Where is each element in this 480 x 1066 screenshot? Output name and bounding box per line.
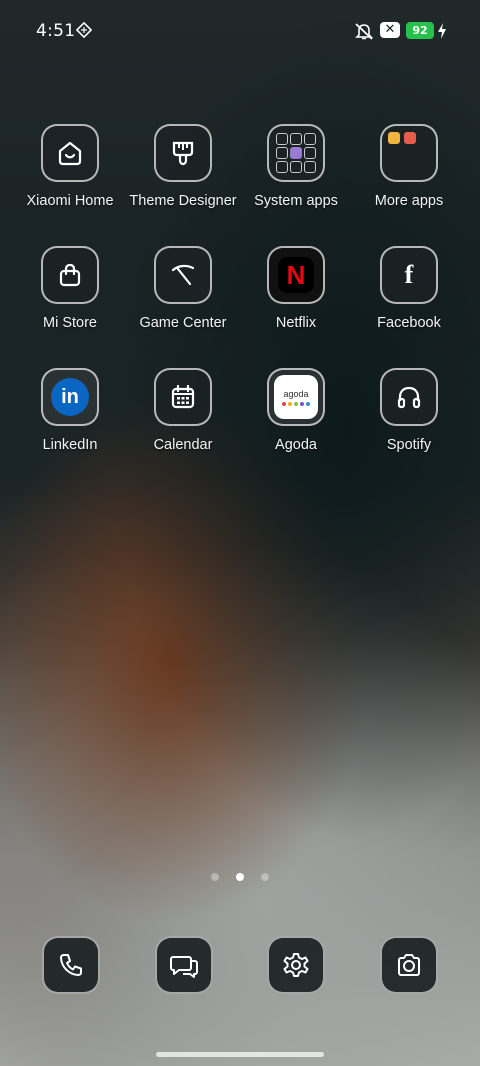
app-label: Spotify bbox=[386, 437, 432, 453]
calendar-icon bbox=[154, 368, 212, 426]
app-netflix[interactable]: N Netflix bbox=[240, 246, 352, 331]
battery-indicator: 92 bbox=[406, 22, 434, 39]
app-folder-more-apps[interactable]: More apps bbox=[353, 124, 465, 209]
app-label: Facebook bbox=[377, 315, 441, 331]
charging-icon bbox=[438, 23, 446, 39]
phone-icon bbox=[60, 954, 82, 976]
agoda-icon: agoda bbox=[267, 368, 325, 426]
app-game-center[interactable]: Game Center bbox=[127, 246, 239, 331]
status-time: 4:51 bbox=[36, 21, 76, 41]
folder-icon bbox=[380, 124, 438, 182]
home-icon bbox=[41, 124, 99, 182]
app-theme-designer[interactable]: Theme Designer bbox=[127, 124, 239, 209]
paintbrush-icon bbox=[154, 124, 212, 182]
agoda-dot bbox=[294, 401, 298, 406]
netflix-icon: N bbox=[267, 246, 325, 304]
mute-icon bbox=[355, 23, 373, 40]
app-facebook[interactable]: f Facebook bbox=[353, 246, 465, 331]
netflix-logo-text: N bbox=[286, 259, 306, 290]
agoda-dot bbox=[300, 401, 304, 406]
app-label: Calendar bbox=[153, 437, 213, 453]
page-indicator[interactable] bbox=[0, 866, 480, 885]
agoda-dot bbox=[306, 401, 310, 406]
app-linkedin[interactable]: in LinkedIn bbox=[14, 368, 126, 453]
app-mi-store[interactable]: Mi Store bbox=[14, 246, 126, 331]
shopping-bag-icon bbox=[41, 246, 99, 304]
page-dot[interactable] bbox=[261, 873, 270, 881]
app-calendar[interactable]: Calendar bbox=[127, 368, 239, 453]
headphones-icon bbox=[380, 368, 438, 426]
settings-icon bbox=[283, 953, 309, 977]
page-dot-active[interactable] bbox=[236, 873, 244, 881]
facebook-icon: f bbox=[380, 246, 438, 304]
app-label: Agoda bbox=[275, 437, 317, 453]
mini-app-icon bbox=[404, 132, 416, 144]
app-label: Mi Store bbox=[43, 315, 97, 331]
facebook-logo-text: f bbox=[404, 260, 414, 289]
mini-app-icon bbox=[388, 132, 400, 144]
status-bar: 4:51 ✕ 92 bbox=[0, 0, 480, 62]
app-label: Netflix bbox=[275, 315, 317, 331]
linkedin-logo-text: in bbox=[61, 385, 79, 408]
linkedin-icon: in bbox=[41, 368, 99, 426]
dock-camera-button[interactable] bbox=[380, 936, 438, 994]
game-center-icon bbox=[154, 246, 212, 304]
dock-phone-button[interactable] bbox=[42, 936, 100, 994]
folder-icon bbox=[267, 124, 325, 182]
app-xiaomi-home[interactable]: Xiaomi Home bbox=[14, 124, 126, 209]
app-label: Xiaomi Home bbox=[26, 193, 114, 209]
app-folder-system-apps[interactable]: System apps bbox=[240, 124, 352, 209]
app-agoda[interactable]: agoda Agoda bbox=[240, 368, 352, 453]
x-badge-icon: ✕ bbox=[380, 22, 400, 38]
app-label: More apps bbox=[374, 193, 444, 209]
app-label: Theme Designer bbox=[129, 193, 237, 209]
agoda-dot bbox=[288, 401, 292, 406]
page-dot[interactable] bbox=[210, 873, 219, 881]
dock-settings-button[interactable] bbox=[267, 936, 325, 994]
agoda-logo-text: agoda bbox=[283, 388, 309, 399]
notification-icon bbox=[76, 22, 92, 38]
app-spotify[interactable]: Spotify bbox=[353, 368, 465, 453]
camera-icon bbox=[398, 954, 420, 976]
home-indicator-bar[interactable] bbox=[156, 1052, 324, 1057]
agoda-dot bbox=[282, 401, 286, 406]
app-label: LinkedIn bbox=[42, 437, 98, 453]
app-label: Game Center bbox=[139, 315, 227, 331]
app-label: System apps bbox=[254, 193, 338, 209]
dock-messages-button[interactable] bbox=[155, 936, 213, 994]
messages-icon bbox=[170, 956, 198, 978]
